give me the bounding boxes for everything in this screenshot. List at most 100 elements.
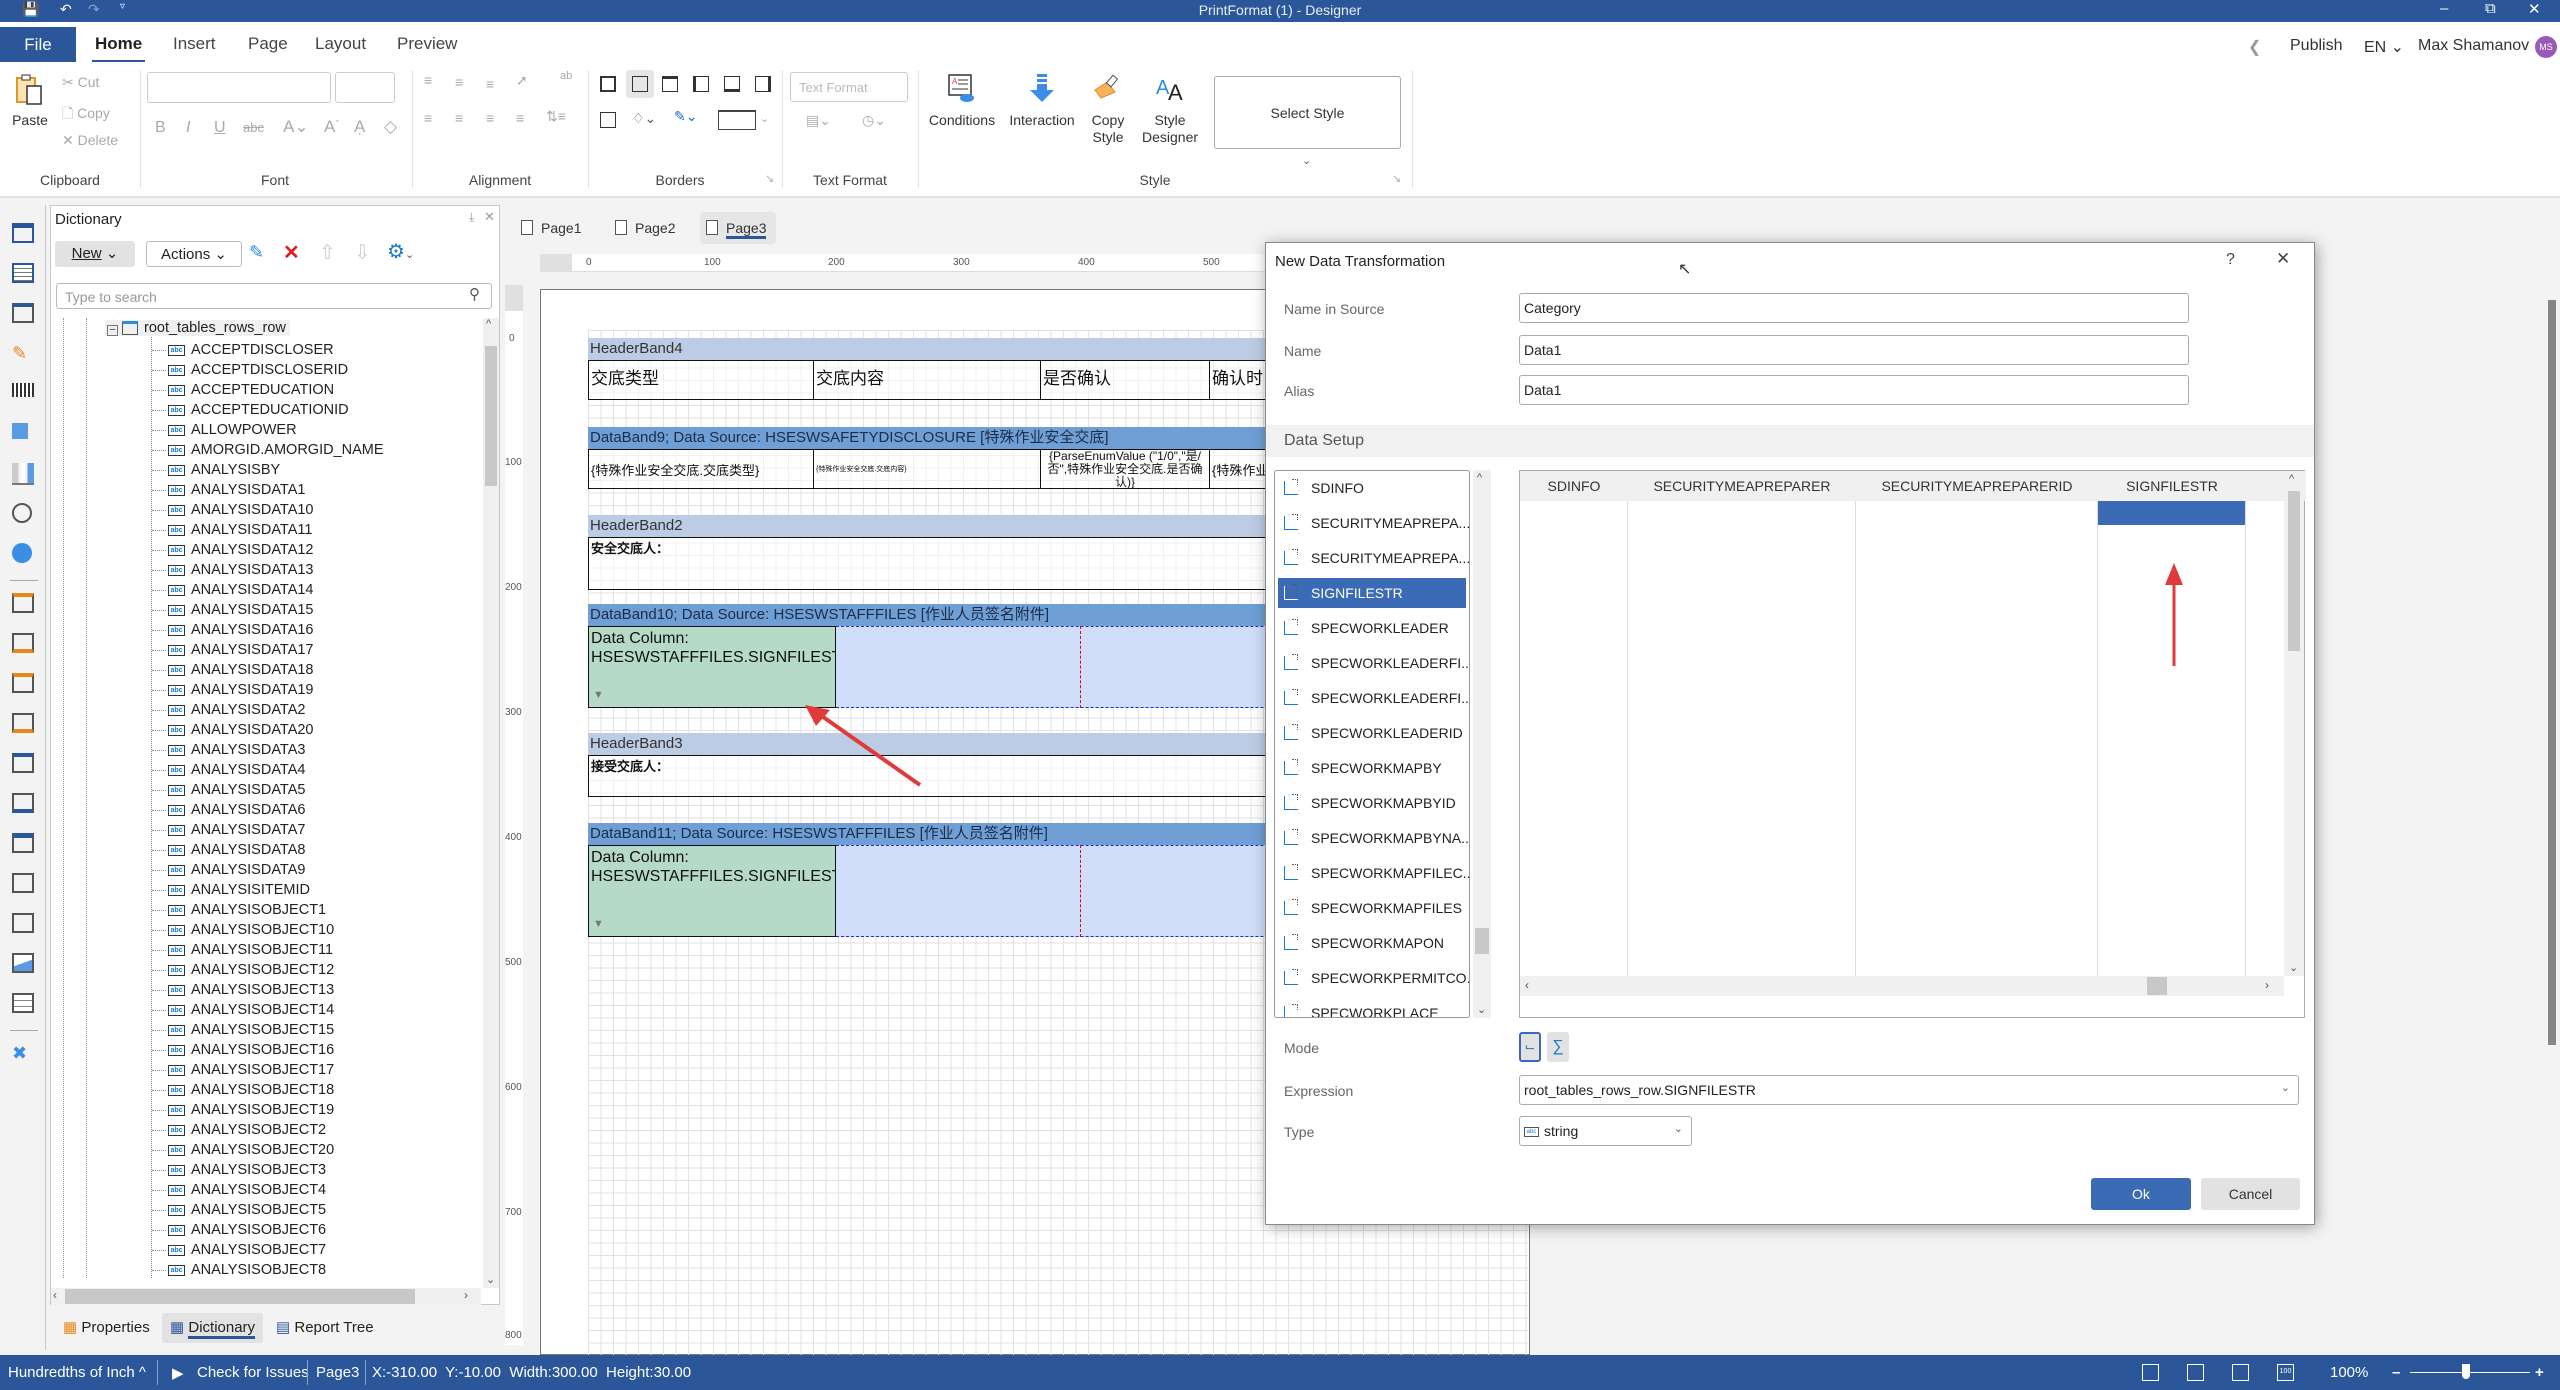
data-band-icon[interactable]: [12, 833, 34, 853]
tree-item[interactable]: abc ANALYSISOBJECT19: [151, 1100, 334, 1120]
tree-item[interactable]: abc ANALYSISOBJECT7: [151, 1240, 326, 1260]
field-list-item[interactable]: SPECWORKMAPBYID: [1278, 788, 1466, 818]
text-format-select[interactable]: Text Format: [790, 72, 908, 102]
tree-item[interactable]: abc ANALYSISOBJECT3: [151, 1160, 326, 1180]
tree-item[interactable]: abc ANALYSISDATA7: [151, 820, 305, 840]
move-down-icon[interactable]: ⇩: [354, 240, 371, 265]
tab-layout[interactable]: Layout: [315, 34, 366, 54]
page-tab-3[interactable]: Page3: [700, 212, 777, 244]
move-up-icon[interactable]: ⇧: [319, 240, 336, 265]
justify-icon[interactable]: ≡: [516, 110, 524, 126]
preview-vertical-scrollbar[interactable]: ^ ⌄: [2284, 471, 2304, 976]
page-header-icon[interactable]: [12, 673, 34, 693]
check-issues-icon[interactable]: ▶: [172, 1364, 184, 1382]
tab-report-tree[interactable]: ▤ Report Tree: [268, 1313, 382, 1343]
tree-item[interactable]: abc ALLOWPOWER: [152, 420, 297, 440]
style-dialog-launcher-icon[interactable]: ↘: [1392, 172, 1401, 185]
cut-button[interactable]: ✂ Cut: [62, 74, 99, 91]
tree-item[interactable]: abc ACCEPTEDUCATION: [151, 380, 334, 400]
field-list-item[interactable]: SPECWORKMAPON: [1278, 928, 1466, 958]
help-button[interactable]: ?: [2226, 251, 2235, 269]
field-list-item[interactable]: SPECWORKPLACE: [1278, 998, 1466, 1017]
field-list-item[interactable]: SPECWORKPERMITCO...: [1278, 963, 1469, 993]
tree-item[interactable]: abc ANALYSISDATA17: [152, 640, 314, 660]
canvas-scrollbar[interactable]: [2548, 300, 2556, 1045]
field-list-item[interactable]: SPECWORKMAPFILES: [1278, 893, 1466, 923]
name-input[interactable]: Data1: [1519, 335, 2189, 365]
footer-band-icon[interactable]: [12, 793, 34, 813]
image-icon[interactable]: [12, 953, 34, 973]
units-selector[interactable]: Hundredths of Inch ^: [8, 1364, 146, 1381]
border-all-icon[interactable]: [600, 76, 616, 92]
cancel-button[interactable]: Cancel: [2201, 1178, 2300, 1210]
strikethrough-button[interactable]: abc: [243, 120, 264, 135]
tree-item[interactable]: abc ANALYSISDATA6: [151, 800, 305, 820]
zoom-in-button[interactable]: +: [2535, 1364, 2544, 1381]
bold-button[interactable]: B: [155, 119, 166, 137]
number-format-icon[interactable]: ◷⌄: [862, 112, 886, 129]
tree-item[interactable]: abc ANALYSISDATA9: [151, 860, 305, 880]
tree-item[interactable]: abc AMORGID.AMORGID_NAME: [152, 440, 384, 460]
data-column-11[interactable]: Data Column: HSESWSTAFFFILES.SIGNFILESTR…: [588, 845, 853, 937]
tab-properties[interactable]: ▦ Properties: [55, 1313, 158, 1343]
clear-format-icon[interactable]: ◇: [384, 117, 397, 137]
delete-icon[interactable]: ✕: [283, 240, 300, 265]
ok-button[interactable]: Ok: [2091, 1178, 2191, 1210]
tree-item[interactable]: abc ANALYSISDATA8: [151, 840, 305, 860]
align-center-icon[interactable]: ≡: [455, 110, 463, 126]
tree-item[interactable]: abc ANALYSISDATA1: [151, 480, 305, 500]
italic-button[interactable]: I: [186, 119, 190, 137]
align-bottom-icon[interactable]: ≡: [486, 76, 494, 92]
align-middle-icon[interactable]: ≡: [455, 74, 463, 90]
shrink-font-icon[interactable]: Ạ: [354, 117, 365, 137]
align-top-icon[interactable]: ≡: [424, 72, 432, 88]
tree-item[interactable]: abc ANALYSISOBJECT6: [151, 1220, 326, 1240]
avatar[interactable]: MS: [2535, 36, 2557, 58]
tree-item[interactable]: abc ANALYSISDATA15: [152, 600, 314, 620]
text-angle-icon[interactable]: ➚: [516, 72, 528, 89]
search-icon[interactable]: ⚲: [469, 285, 480, 303]
data-cell[interactable]: {特殊作业安全交底.交底内容}: [813, 449, 1041, 489]
scrollbar-thumb[interactable]: [2147, 977, 2167, 995]
tree-item[interactable]: abc ANALYSISOBJECT2: [151, 1120, 326, 1140]
page-footer-icon[interactable]: [12, 713, 34, 733]
tree-item[interactable]: abc ANALYSISOBJECT10: [151, 920, 334, 940]
page-tab-2[interactable]: Page2: [609, 212, 675, 244]
data-cell[interactable]: {特殊作业安全交底.交底类型}: [588, 449, 814, 489]
tree-item[interactable]: abc ANALYSISDATA2: [151, 700, 305, 720]
new-button[interactable]: New ⌄: [55, 241, 135, 267]
line-spacing-icon[interactable]: ⇅≡: [546, 108, 566, 125]
scrollbar-thumb[interactable]: [2288, 491, 2300, 651]
close-window-button[interactable]: ✕: [2528, 0, 2541, 18]
tree-item[interactable]: abc ANALYSISOBJECT17: [151, 1060, 334, 1080]
tree-item[interactable]: abc ANALYSISDATA11: [151, 520, 312, 540]
selected-column-cell[interactable]: [2098, 501, 2245, 525]
border-size-icon[interactable]: [718, 110, 756, 130]
close-dialog-button[interactable]: ✕: [2276, 249, 2290, 269]
text-component-icon[interactable]: [12, 303, 34, 323]
edit-icon[interactable]: ✎: [249, 242, 264, 263]
tree-item[interactable]: abc ANALYSISOBJECT1: [151, 900, 326, 920]
tree-item[interactable]: abc ANALYSISDATA13: [152, 560, 314, 580]
header-band-icon[interactable]: [12, 753, 34, 773]
report-title-icon[interactable]: [12, 593, 34, 613]
zoom-slider[interactable]: [2410, 1372, 2530, 1373]
language-select[interactable]: EN ⌄: [2364, 37, 2404, 57]
borders-dialog-launcher-icon[interactable]: ↘: [765, 172, 774, 185]
page-tab-1[interactable]: Page1: [515, 212, 581, 244]
tree-item[interactable]: abc ANALYSISOBJECT4: [151, 1180, 326, 1200]
tree-item[interactable]: abc ANALYSISOBJECT18: [151, 1080, 334, 1100]
word-wrap-icon[interactable]: ab: [560, 70, 572, 82]
fill-color-icon[interactable]: ♢⌄: [632, 110, 656, 127]
tree-item[interactable]: abc ANALYSISOBJECT5: [151, 1200, 326, 1220]
tree-item[interactable]: abc ACCEPTDISCLOSER: [152, 340, 334, 360]
header-cell[interactable]: 是否确认: [1040, 360, 1210, 400]
copy-style-button[interactable]: Copy Style: [1088, 72, 1128, 146]
tree-item[interactable]: abc ANALYSISOBJECT14: [151, 1000, 334, 1020]
interaction-button[interactable]: Interaction: [1008, 72, 1076, 129]
font-size-select[interactable]: [335, 72, 395, 103]
chart-icon[interactable]: [12, 463, 34, 485]
sum-mode-button[interactable]: ∑: [1547, 1032, 1569, 1062]
field-list-item[interactable]: SPECWORKLEADERFI...: [1278, 648, 1469, 678]
tree-item[interactable]: abc ANALYSISDATA19: [152, 680, 314, 700]
